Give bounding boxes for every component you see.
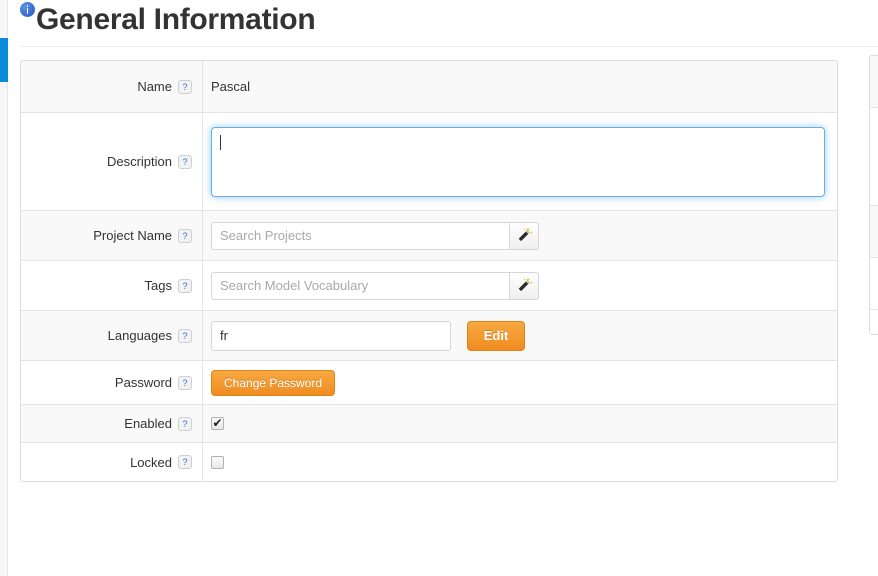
info-circle-icon [20, 2, 35, 17]
label-cell-description: Description ? [21, 113, 203, 210]
magic-wand-icon-project[interactable] [509, 221, 539, 250]
form-row-description: Description ? [21, 113, 837, 211]
field-label-name: Name [137, 79, 172, 94]
page-header: General Information [20, 2, 860, 47]
main-content: General Information Name ? Pascal Descri… [9, 0, 869, 576]
magic-wand-icon-tags[interactable] [509, 271, 539, 300]
help-icon-enabled[interactable]: ? [178, 416, 192, 431]
help-icon-name[interactable]: ? [178, 79, 192, 94]
value-cell-project-name [203, 211, 837, 260]
enabled-checkbox[interactable] [211, 416, 224, 430]
help-icon-locked[interactable]: ? [178, 455, 192, 469]
form-row-password: Password ? Change Password [21, 361, 837, 405]
right-adjacent-panel [869, 55, 878, 335]
form-row-name: Name ? Pascal [21, 61, 837, 113]
locked-checkbox[interactable] [211, 455, 224, 469]
value-cell-locked [203, 443, 837, 481]
right-panel-row [870, 56, 878, 108]
value-cell-description [203, 113, 837, 210]
value-cell-enabled [203, 405, 837, 442]
label-cell-locked: Locked ? [21, 443, 203, 481]
value-cell-name: Pascal [203, 61, 837, 112]
label-cell-project-name: Project Name ? [21, 211, 203, 260]
label-cell-name: Name ? [21, 61, 203, 112]
form-row-enabled: Enabled ? [21, 405, 837, 443]
field-label-password: Password [114, 375, 172, 390]
label-cell-enabled: Enabled ? [21, 405, 203, 442]
value-cell-languages: Edit [203, 311, 837, 360]
form-row-locked: Locked ? [21, 443, 837, 481]
page-title: General Information [36, 3, 316, 36]
help-icon-description[interactable]: ? [178, 154, 192, 169]
tags-input-group [211, 271, 539, 300]
scrollbar-thumb[interactable] [0, 38, 8, 82]
languages-input[interactable] [211, 320, 451, 351]
form-row-project-name: Project Name ? [21, 211, 837, 261]
tags-input[interactable] [211, 271, 509, 300]
field-label-project-name: Project Name [93, 228, 172, 243]
field-label-tags: Tags [144, 278, 172, 293]
header-divider [834, 46, 878, 47]
edit-button[interactable]: Edit [467, 320, 525, 351]
help-icon-password[interactable]: ? [178, 375, 192, 390]
field-label-languages: Languages [107, 328, 172, 343]
value-cell-tags [203, 261, 837, 310]
help-icon-languages[interactable]: ? [178, 328, 192, 343]
page-vertical-scrollbar[interactable] [0, 0, 8, 576]
form-row-tags: Tags ? [21, 261, 837, 311]
description-textarea[interactable] [211, 126, 825, 197]
help-icon-project-name[interactable]: ? [178, 228, 192, 243]
field-label-enabled: Enabled [124, 416, 172, 431]
value-cell-password: Change Password [203, 361, 837, 404]
right-panel-row [870, 206, 878, 258]
project-name-input-group [211, 221, 539, 250]
label-cell-password: Password ? [21, 361, 203, 404]
project-name-input[interactable] [211, 221, 509, 250]
text-cursor [220, 134, 221, 150]
label-cell-tags: Tags ? [21, 261, 203, 310]
name-value: Pascal [211, 79, 251, 94]
field-label-locked: Locked [130, 454, 172, 470]
right-panel-row [870, 108, 878, 206]
field-label-description: Description [106, 154, 172, 169]
label-cell-languages: Languages ? [21, 311, 203, 360]
general-information-form: Name ? Pascal Description ? Project Name [20, 60, 838, 482]
right-panel-row [870, 258, 878, 310]
help-icon-tags[interactable]: ? [178, 278, 192, 293]
change-password-button[interactable]: Change Password [211, 369, 336, 396]
form-row-languages: Languages ? Edit [21, 311, 837, 361]
